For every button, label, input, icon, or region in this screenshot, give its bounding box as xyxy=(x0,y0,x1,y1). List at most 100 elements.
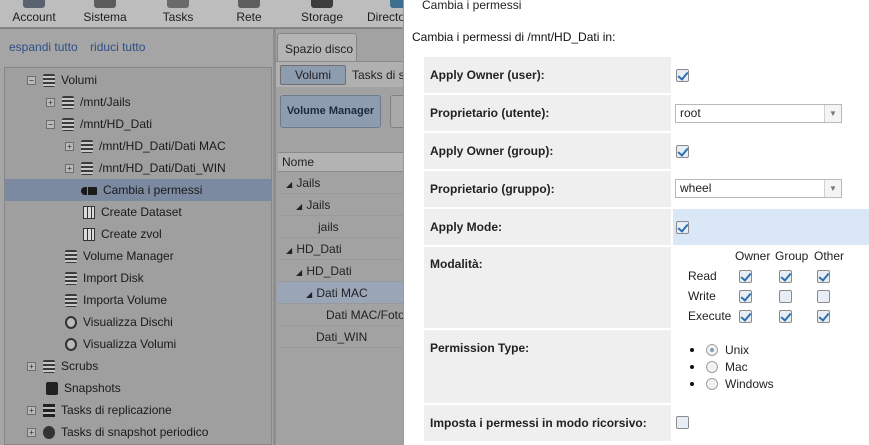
group-write-checkbox[interactable] xyxy=(779,290,792,303)
owner-group-select[interactable]: wheel ▼ xyxy=(675,179,842,198)
owner-write-checkbox[interactable] xyxy=(739,290,752,303)
table-row-selected[interactable]: ◢ Dati MAC xyxy=(278,282,406,304)
tree-item-label: /mnt/Jails xyxy=(80,95,131,109)
table-row[interactable]: jails xyxy=(278,216,406,238)
expand-icon[interactable]: + xyxy=(27,428,36,438)
tree-item-tasks-snapshot[interactable]: + Tasks di snapshot periodico xyxy=(27,421,208,443)
subtab-tasks[interactable]: Tasks di s xyxy=(352,67,405,83)
database-icon xyxy=(62,96,74,110)
apply-mode-label: Apply Mode: xyxy=(424,209,671,245)
clock-icon xyxy=(43,426,55,440)
owner-user-select[interactable]: root ▼ xyxy=(675,104,842,123)
collapse-icon[interactable]: − xyxy=(27,76,36,86)
row-label: Dati_WIN xyxy=(316,330,368,344)
tab-spazio-disco[interactable]: Spazio disco xyxy=(277,33,357,61)
toolbar-tasks-button[interactable]: Tasks xyxy=(146,0,210,28)
table-row[interactable]: ◢ Jails xyxy=(278,172,406,194)
row-owner-user: Proprietario (utente): root ▼ xyxy=(424,95,869,131)
camera-icon xyxy=(46,382,58,396)
magnifier-icon xyxy=(65,316,77,330)
navigation-tree: − Volumi + /mnt/Jails − /mnt/HD_Dati + /mnt/… xyxy=(4,67,272,445)
table-row[interactable]: Dati_WIN xyxy=(278,326,406,348)
expand-icon[interactable]: + xyxy=(27,362,36,372)
expand-icon[interactable]: + xyxy=(46,98,55,108)
tree-item-cambia-permessi[interactable]: Cambia i permessi xyxy=(5,179,271,201)
caret-down-icon[interactable]: ◢ xyxy=(296,262,303,281)
tree-item-label: Tasks di replicazione xyxy=(61,403,172,417)
caret-down-icon[interactable]: ◢ xyxy=(296,196,303,215)
row-apply-owner-group: Apply Owner (group): xyxy=(424,133,869,169)
table-row[interactable]: ◢ Jails xyxy=(278,194,406,216)
dialog-subtitle: Cambia i permessi di /mnt/HD_Dati in: xyxy=(412,30,616,44)
tree-item-scrubs[interactable]: + Scrubs xyxy=(27,355,98,377)
other-read-checkbox[interactable] xyxy=(817,270,830,283)
tree-item-visualizza-volumi[interactable]: Visualizza Volumi xyxy=(65,333,176,355)
tree-item-import-disk[interactable]: Import Disk xyxy=(65,267,144,289)
tree-item-create-dataset[interactable]: Create Dataset xyxy=(83,201,182,223)
radio-mac-label: Mac xyxy=(725,360,748,374)
tree-item-snapshots[interactable]: Snapshots xyxy=(46,377,121,399)
tree-item-importa-volume[interactable]: Importa Volume xyxy=(65,289,167,311)
tree-item-label: Scrubs xyxy=(61,359,99,373)
storage-icon xyxy=(311,0,333,8)
tree-item-label: Create zvol xyxy=(101,227,162,241)
subtab-volumi[interactable]: Volumi xyxy=(280,65,346,85)
import-disk-icon xyxy=(65,272,77,286)
expand-icon[interactable]: + xyxy=(27,406,36,416)
table-row[interactable]: ◢ HD_Dati xyxy=(278,238,406,260)
apply-owner-group-checkbox[interactable] xyxy=(676,145,689,158)
toolbar-directory-button[interactable]: Directo xyxy=(362,0,403,28)
tree-item-tasks-replicazione[interactable]: + Tasks di replicazione xyxy=(27,399,172,421)
expand-icon[interactable]: + xyxy=(65,142,74,152)
group-execute-checkbox[interactable] xyxy=(779,310,792,323)
collapse-all-link[interactable]: riduci tutto xyxy=(90,40,145,54)
radio-mac[interactable] xyxy=(706,361,718,373)
owner-execute-checkbox[interactable] xyxy=(739,310,752,323)
radio-windows[interactable] xyxy=(706,378,718,390)
toolbar-account-button[interactable]: Account xyxy=(2,0,66,28)
import-volume-icon xyxy=(65,294,77,308)
tree-item-volume-manager[interactable]: Volume Manager xyxy=(65,245,174,267)
group-read-checkbox[interactable] xyxy=(779,270,792,283)
table-row[interactable]: ◢ HD_Dati xyxy=(278,260,406,282)
tree-item-dati-mac[interactable]: + /mnt/HD_Dati/Dati MAC xyxy=(65,135,226,157)
caret-down-icon[interactable]: ◢ xyxy=(306,284,313,303)
other-execute-checkbox[interactable] xyxy=(817,310,830,323)
chevron-down-icon[interactable]: ▼ xyxy=(824,105,841,122)
tree-item-volumi[interactable]: − Volumi xyxy=(27,69,97,91)
tree-item-jails[interactable]: + /mnt/Jails xyxy=(46,91,131,113)
tree-item-hd-dati[interactable]: − /mnt/HD_Dati xyxy=(46,113,152,135)
toolbar-storage-button[interactable]: Storage xyxy=(290,0,354,28)
chevron-down-icon[interactable]: ▼ xyxy=(824,180,841,197)
account-icon xyxy=(23,0,45,8)
column-header-nome[interactable]: Nome xyxy=(278,152,406,172)
tree-item-dati-win[interactable]: + /mnt/HD_Dati/Dati_WIN xyxy=(65,157,226,179)
owner-user-label: Proprietario (utente): xyxy=(424,95,671,131)
apply-owner-user-checkbox[interactable] xyxy=(676,69,689,82)
recursive-checkbox[interactable] xyxy=(676,416,689,429)
tree-item-label: Snapshots xyxy=(64,381,121,395)
scrub-icon xyxy=(43,360,55,374)
tree-item-create-zvol[interactable]: Create zvol xyxy=(83,223,162,245)
expand-icon[interactable]: + xyxy=(65,164,74,174)
expand-all-link[interactable]: espandi tutto xyxy=(9,40,78,54)
volume-manager-button[interactable]: Volume Manager xyxy=(280,95,381,128)
collapse-icon[interactable]: − xyxy=(46,120,55,130)
table-row[interactable]: Dati MAC/Foto xyxy=(278,304,406,326)
toolbar-sistema-button[interactable]: Sistema xyxy=(73,0,137,28)
perm-col-group: Group xyxy=(775,249,809,263)
tree-expand-bar: espandi tutto riduci tutto xyxy=(0,29,273,67)
toolbar-rete-button[interactable]: Rete xyxy=(217,0,281,28)
caret-down-icon[interactable]: ◢ xyxy=(286,240,293,259)
owner-read-checkbox[interactable] xyxy=(739,270,752,283)
replication-icon xyxy=(43,404,55,418)
owner-user-value: root ▼ xyxy=(673,95,861,131)
other-write-checkbox[interactable] xyxy=(817,290,830,303)
tree-item-label: /mnt/HD_Dati/Dati_WIN xyxy=(99,161,226,175)
apply-mode-checkbox[interactable] xyxy=(676,221,689,234)
radio-unix[interactable] xyxy=(706,344,718,356)
tree-item-visualizza-dischi[interactable]: Visualizza Dischi xyxy=(65,311,173,333)
caret-down-icon[interactable]: ◢ xyxy=(286,174,293,193)
tree-item-label: Create Dataset xyxy=(101,205,182,219)
database-icon xyxy=(62,118,74,132)
